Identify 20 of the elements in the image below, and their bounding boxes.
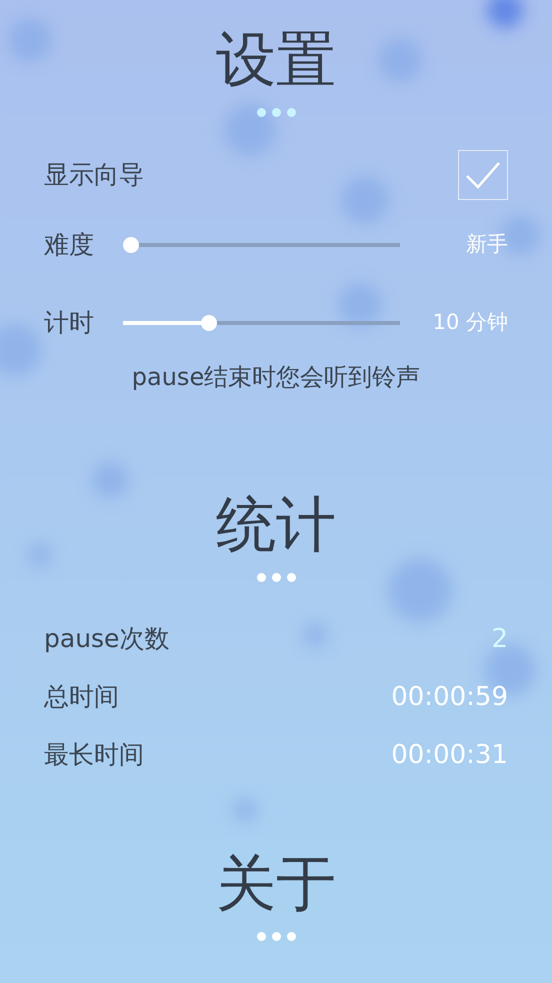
stat-value: 00:00:59 <box>391 680 508 714</box>
stat-value: 2 <box>491 622 508 656</box>
section-title: 关于 <box>216 848 336 921</box>
section-title: 设置 <box>216 24 336 97</box>
setting-label: 最长时间 <box>44 739 144 772</box>
slider-value: 新手 <box>466 231 508 258</box>
page-dots-icon <box>256 932 296 941</box>
setting-label: 显示向导 <box>44 159 144 192</box>
setting-label: 计时 <box>44 307 95 340</box>
setting-label: 难度 <box>44 229 95 262</box>
slider-value: 10 分钟 <box>432 309 508 336</box>
page-dots-icon <box>256 573 296 582</box>
stat-value: 00:00:31 <box>391 738 508 772</box>
section-title: 统计 <box>216 489 336 562</box>
page-dots-icon <box>256 108 296 117</box>
hint-text: pause结束时您会听到铃声 <box>132 362 420 393</box>
setting-label: 总时间 <box>44 681 119 714</box>
checkbox[interactable] <box>458 150 508 200</box>
checkmark-icon <box>465 160 501 190</box>
setting-label: pause次数 <box>44 623 170 656</box>
